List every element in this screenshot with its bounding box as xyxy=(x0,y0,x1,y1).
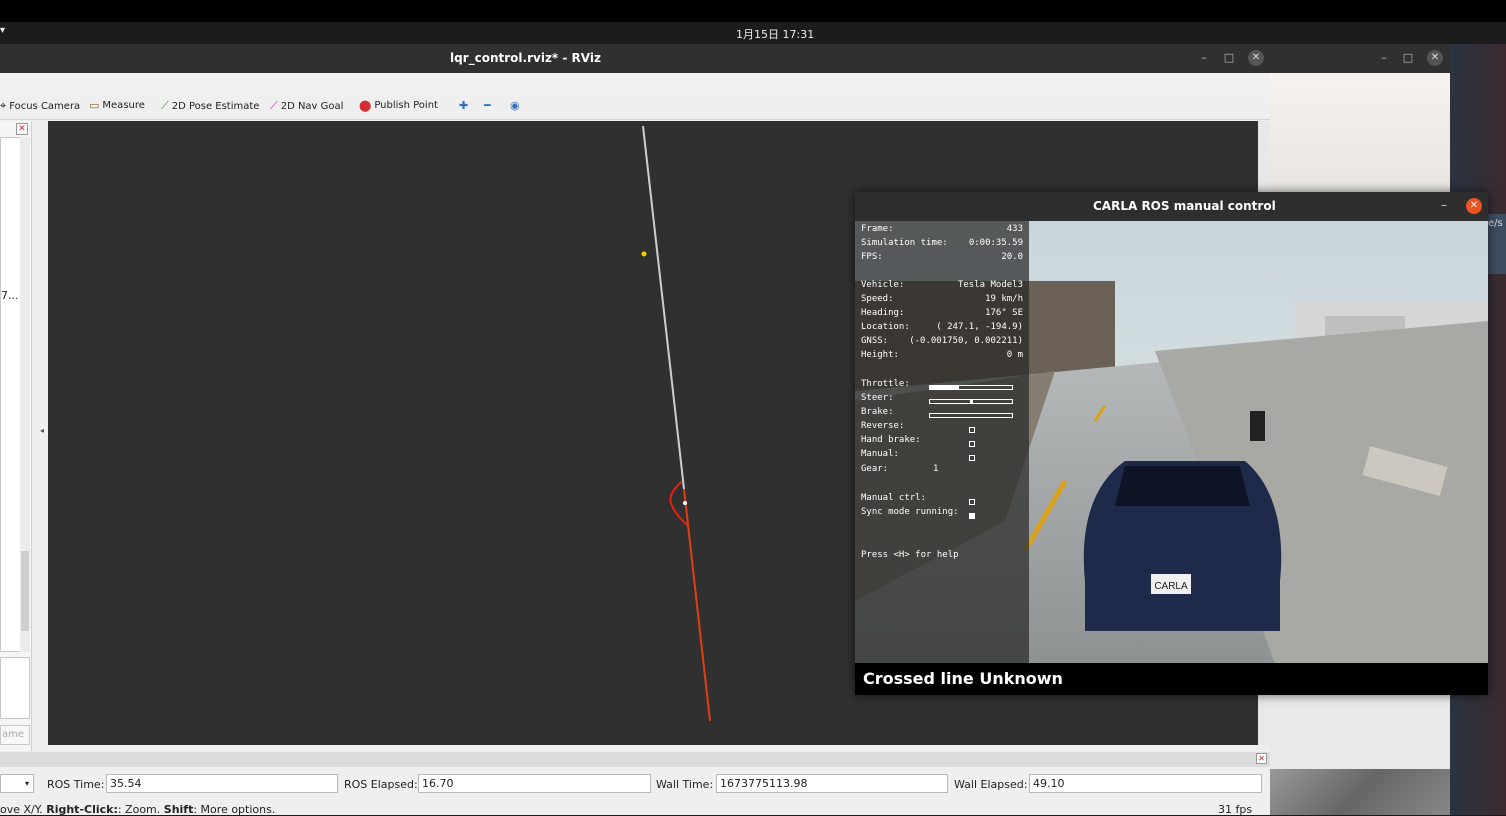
displays-panel: ✕ 7... ame xyxy=(0,121,32,751)
clock[interactable]: 1月15日 17:31 xyxy=(736,26,814,42)
notification-bar: Crossed line Unknown xyxy=(855,663,1488,695)
pink-arrow-icon: ⟋ xyxy=(270,99,278,112)
pedestrian xyxy=(1250,411,1265,441)
hand-brake-checkbox xyxy=(969,441,975,447)
collapse-arrow-icon[interactable]: ◂ xyxy=(40,426,44,435)
ros-elapsed-label: ROS Elapsed: xyxy=(344,778,418,791)
window-fragment: e/s xyxy=(1488,214,1506,274)
sync-mode-checkbox xyxy=(969,513,975,519)
sim-time-value: 0:00:35.59 xyxy=(968,238,1023,248)
carla-title: CARLA ROS manual control xyxy=(1093,199,1276,213)
green-arrow-icon: ⟋ xyxy=(161,99,169,112)
nav-goal-tool[interactable]: ⟋ 2D Nav Goal xyxy=(270,99,343,113)
menubar xyxy=(0,73,1270,93)
ros-time-field[interactable]: 35.54 xyxy=(106,774,338,793)
fps-value: 20.0 xyxy=(1001,252,1023,262)
panel-close-icon[interactable]: ✕ xyxy=(16,123,28,135)
publish-point-tool[interactable]: ⬤ Publish Point xyxy=(359,99,438,112)
map-pin-icon: ⬤ xyxy=(359,99,372,112)
speed-value: 19 km/h xyxy=(985,294,1023,304)
fps-readout: 31 fps xyxy=(1218,803,1253,816)
toolbar: ⌖ Focus Camera ▭ Measure ⟋ 2D Pose Estim… xyxy=(0,93,1270,120)
wall-time-field[interactable]: 1673775113.98 xyxy=(716,774,948,793)
ros-time-label: ROS Time: xyxy=(47,778,105,791)
displays-list[interactable] xyxy=(0,137,22,652)
height-value: 0 m xyxy=(1006,350,1023,360)
system-bar: ▾ 1月15日 17:31 xyxy=(0,22,1506,44)
status-hint: ove X/Y. Right-Click:: Zoom. Shift: More… xyxy=(0,803,276,816)
reverse-checkbox xyxy=(969,427,975,433)
throttle-fill xyxy=(930,386,959,389)
tracked-path-line xyxy=(683,488,711,722)
panel-splitter[interactable]: ◂ xyxy=(32,121,48,751)
heading-value: 176° SE xyxy=(985,308,1023,318)
maximize-button[interactable]: □ xyxy=(1221,50,1237,66)
crosshair-icon: ⌖ xyxy=(0,99,7,112)
close-button[interactable]: ✕ xyxy=(1248,50,1264,66)
bg-minimize-button[interactable]: – xyxy=(1376,50,1392,66)
truncated-label: 7... xyxy=(1,289,19,302)
manual-checkbox xyxy=(969,455,975,461)
manual-ctrl-checkbox xyxy=(969,499,975,505)
minimize-button[interactable]: – xyxy=(1196,50,1212,66)
scrollbar-thumb[interactable] xyxy=(21,551,29,631)
wall-elapsed-field[interactable]: 49.10 xyxy=(1029,774,1262,793)
window-title: lqr_control.rviz* - RViz xyxy=(450,51,601,65)
throttle-bar xyxy=(929,385,1013,390)
wall-elapsed-label: Wall Elapsed: xyxy=(954,778,1028,791)
carla-minimize-button[interactable]: – xyxy=(1441,198,1447,212)
eye-icon: ◉ xyxy=(510,99,520,112)
menu-arrow-icon[interactable]: ▾ xyxy=(0,25,5,36)
ros-elapsed-field[interactable]: 16.70 xyxy=(418,774,651,793)
pose-estimate-tool[interactable]: ⟋ 2D Pose Estimate xyxy=(161,99,259,113)
gnss-value: (-0.001750, 0.002211) xyxy=(909,336,1023,346)
hud-overlay: Frame: 433 Simulation time: 0:00:35.59 FPS… xyxy=(855,221,1029,663)
time-panel-close-icon[interactable]: ✕ xyxy=(1256,753,1267,764)
carla-close-button[interactable]: ✕ xyxy=(1466,198,1482,214)
help-hint: Press <H> for help xyxy=(861,550,959,560)
carla-window: CARLA ROS manual control – ✕ CARLA Frame… xyxy=(855,192,1488,695)
ruler-icon: ▭ xyxy=(89,99,100,112)
brake-bar xyxy=(929,413,1013,418)
frame-value: 433 xyxy=(1006,224,1023,234)
carla-titlebar[interactable]: CARLA ROS manual control – ✕ xyxy=(855,192,1488,221)
time-panel: ✕ ▾ ROS Time: 35.54 ROS Elapsed: 16.70 W… xyxy=(0,752,1270,816)
steer-bar xyxy=(929,399,1013,404)
background-window-image xyxy=(1270,769,1450,815)
screen-top-bar xyxy=(0,0,1506,22)
vehicle-marker xyxy=(683,501,687,505)
name-button[interactable]: ame xyxy=(0,725,30,745)
rviz-titlebar[interactable]: lqr_control.rviz* - RViz – □ ✕ xyxy=(0,44,1270,73)
background-window-titlebar[interactable]: – □ ✕ xyxy=(1270,44,1450,73)
focus-camera-tool[interactable]: ⌖ Focus Camera xyxy=(0,99,80,113)
steer-knob xyxy=(970,399,973,404)
tesla-car: CARLA xyxy=(1083,461,1282,631)
wall-time-label: Wall Time: xyxy=(656,778,714,791)
bg-close-button[interactable]: ✕ xyxy=(1427,50,1443,66)
remove-tool-button[interactable]: ━ xyxy=(484,99,491,112)
global-path-line xyxy=(642,125,685,490)
bg-maximize-button[interactable]: □ xyxy=(1400,50,1416,66)
status-bar: ove X/Y. Right-Click:: Zoom. Shift: More… xyxy=(0,803,1270,816)
measure-tool[interactable]: ▭ Measure xyxy=(89,99,145,112)
description-box xyxy=(0,657,30,719)
goal-point xyxy=(641,251,647,257)
location-value: ( 247.1, -194.9) xyxy=(936,322,1023,332)
time-panel-header: ✕ xyxy=(0,752,1270,767)
add-tool-button[interactable]: ✚ xyxy=(459,99,468,112)
minus-icon: ━ xyxy=(484,99,491,112)
vehicle-value: Tesla Model3 xyxy=(957,280,1023,290)
plus-icon: ✚ xyxy=(459,99,469,112)
svg-text:CARLA: CARLA xyxy=(1154,581,1188,592)
gear-value: 1 xyxy=(933,464,939,474)
time-dropdown[interactable]: ▾ xyxy=(0,774,34,793)
background-window-body xyxy=(1270,73,1450,193)
view-tool-button[interactable]: ◉ xyxy=(510,99,520,112)
